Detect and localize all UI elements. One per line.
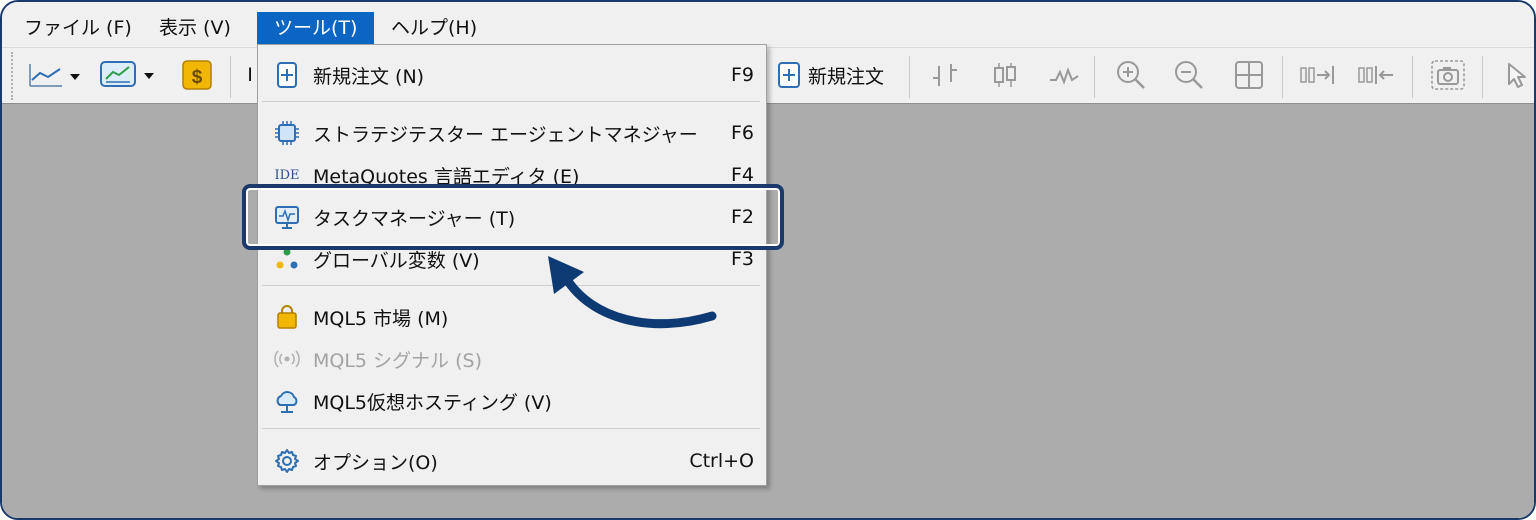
- toolbar-separator: [1282, 56, 1283, 98]
- indicators-icon: [100, 61, 154, 87]
- menu-item-label: MQL5 シグナル (S): [313, 349, 482, 372]
- zoom-in-icon: [1117, 61, 1145, 89]
- menu-item-shortcut: F3: [730, 248, 754, 270]
- menu-item-label: オプション(O): [313, 451, 438, 474]
- menu-item-shortcut: F4: [730, 164, 754, 186]
- grid-icon: [1235, 61, 1263, 89]
- trading-button[interactable]: $: [180, 58, 214, 92]
- toolbar-separator: [909, 56, 910, 98]
- dollar-icon: $: [182, 60, 212, 90]
- menu-item-label: ストラテジテスター エージェントマネジャー: [313, 123, 698, 146]
- cursor-icon: [1508, 63, 1526, 88]
- new-order-button[interactable]: 新規注文: [768, 58, 892, 92]
- new-order-icon: [777, 62, 800, 88]
- toolbar-grip[interactable]: [11, 52, 15, 100]
- menu-file[interactable]: ファイル (F): [24, 12, 132, 44]
- menu-item-mql5-signals: MQL5 シグナル (S): [258, 339, 766, 379]
- menu-item-shortcut: F9: [730, 64, 754, 86]
- wave-line-icon: [1050, 67, 1079, 85]
- task-manager-highlight-box: [242, 184, 784, 250]
- menu-bar: ファイル (F) 表示 (V) ツール(T) ヘルプ(H): [2, 2, 1534, 47]
- auto-scroll-button[interactable]: [1298, 58, 1338, 92]
- chart-shift-button[interactable]: [1356, 58, 1398, 92]
- toolbar-separator: [230, 56, 231, 98]
- cursor-tool-button[interactable]: [1502, 58, 1532, 92]
- menu-item-strategy-tester-agents[interactable]: ストラテジテスター エージェントマネジャー F6: [258, 113, 766, 153]
- zoom-in-button[interactable]: [1114, 58, 1148, 92]
- gear-icon: [272, 446, 302, 476]
- svg-text:$: $: [192, 67, 203, 88]
- chart-shift-icon: [1358, 66, 1393, 84]
- new-order-label: 新規注文: [807, 65, 884, 88]
- cloud-icon: [272, 386, 302, 416]
- menu-item-mql5-vps[interactable]: MQL5仮想ホスティング (V): [258, 381, 766, 421]
- menu-item-label: 新規注文 (N): [313, 65, 425, 88]
- shopping-bag-icon: [272, 302, 302, 332]
- chip-icon: [272, 118, 302, 148]
- pointer-arrow-icon: [548, 256, 717, 329]
- menu-item-label: MQL5仮想ホスティング (V): [313, 391, 552, 414]
- menu-separator: [262, 428, 760, 429]
- toolbar-partial-label: I: [247, 64, 253, 86]
- bar-chart-icon: [933, 64, 957, 86]
- menu-tools[interactable]: ツール(T): [257, 12, 375, 44]
- toolbar: $ I 新規注文: [2, 47, 1534, 104]
- menu-item-shortcut: Ctrl+O: [689, 450, 754, 472]
- chart-workspace: [2, 103, 1534, 518]
- toolbar-separator: [1094, 56, 1095, 98]
- bar-chart-button[interactable]: [928, 58, 962, 92]
- toolbar-separator: [1482, 56, 1483, 98]
- menu-separator: [262, 101, 760, 102]
- menu-item-label: MQL5 市場 (M): [313, 307, 449, 330]
- line-chart-button[interactable]: [1046, 58, 1082, 92]
- tile-windows-button[interactable]: [1232, 58, 1266, 92]
- zoom-out-icon: [1175, 61, 1203, 89]
- scroll-right-icon: [1300, 66, 1334, 84]
- app-window: ファイル (F) 表示 (V) ツール(T) ヘルプ(H) $ I 新規注文 新…: [0, 0, 1536, 520]
- new-order-icon: [272, 60, 302, 90]
- camera-icon: [1431, 60, 1465, 90]
- ide-icon-text: IDE: [274, 167, 300, 183]
- indicators-button[interactable]: [98, 58, 160, 92]
- candlestick-button[interactable]: [988, 58, 1022, 92]
- menu-item-new-order[interactable]: 新規注文 (N) F9: [258, 55, 766, 95]
- zoom-out-button[interactable]: [1172, 58, 1206, 92]
- chart-type-button[interactable]: [26, 58, 84, 92]
- toolbar-partial-item: I: [244, 58, 256, 92]
- menu-item-options[interactable]: オプション(O) Ctrl+O: [258, 441, 766, 481]
- screenshot-button[interactable]: [1428, 58, 1468, 92]
- menu-item-shortcut: F6: [730, 122, 754, 144]
- line-chart-icon: [29, 64, 80, 87]
- menu-view[interactable]: 表示 (V): [159, 12, 231, 44]
- candlestick-icon: [994, 63, 1016, 87]
- menu-help[interactable]: ヘルプ(H): [391, 12, 477, 44]
- toolbar-separator: [1412, 56, 1413, 98]
- signal-icon: [272, 344, 302, 374]
